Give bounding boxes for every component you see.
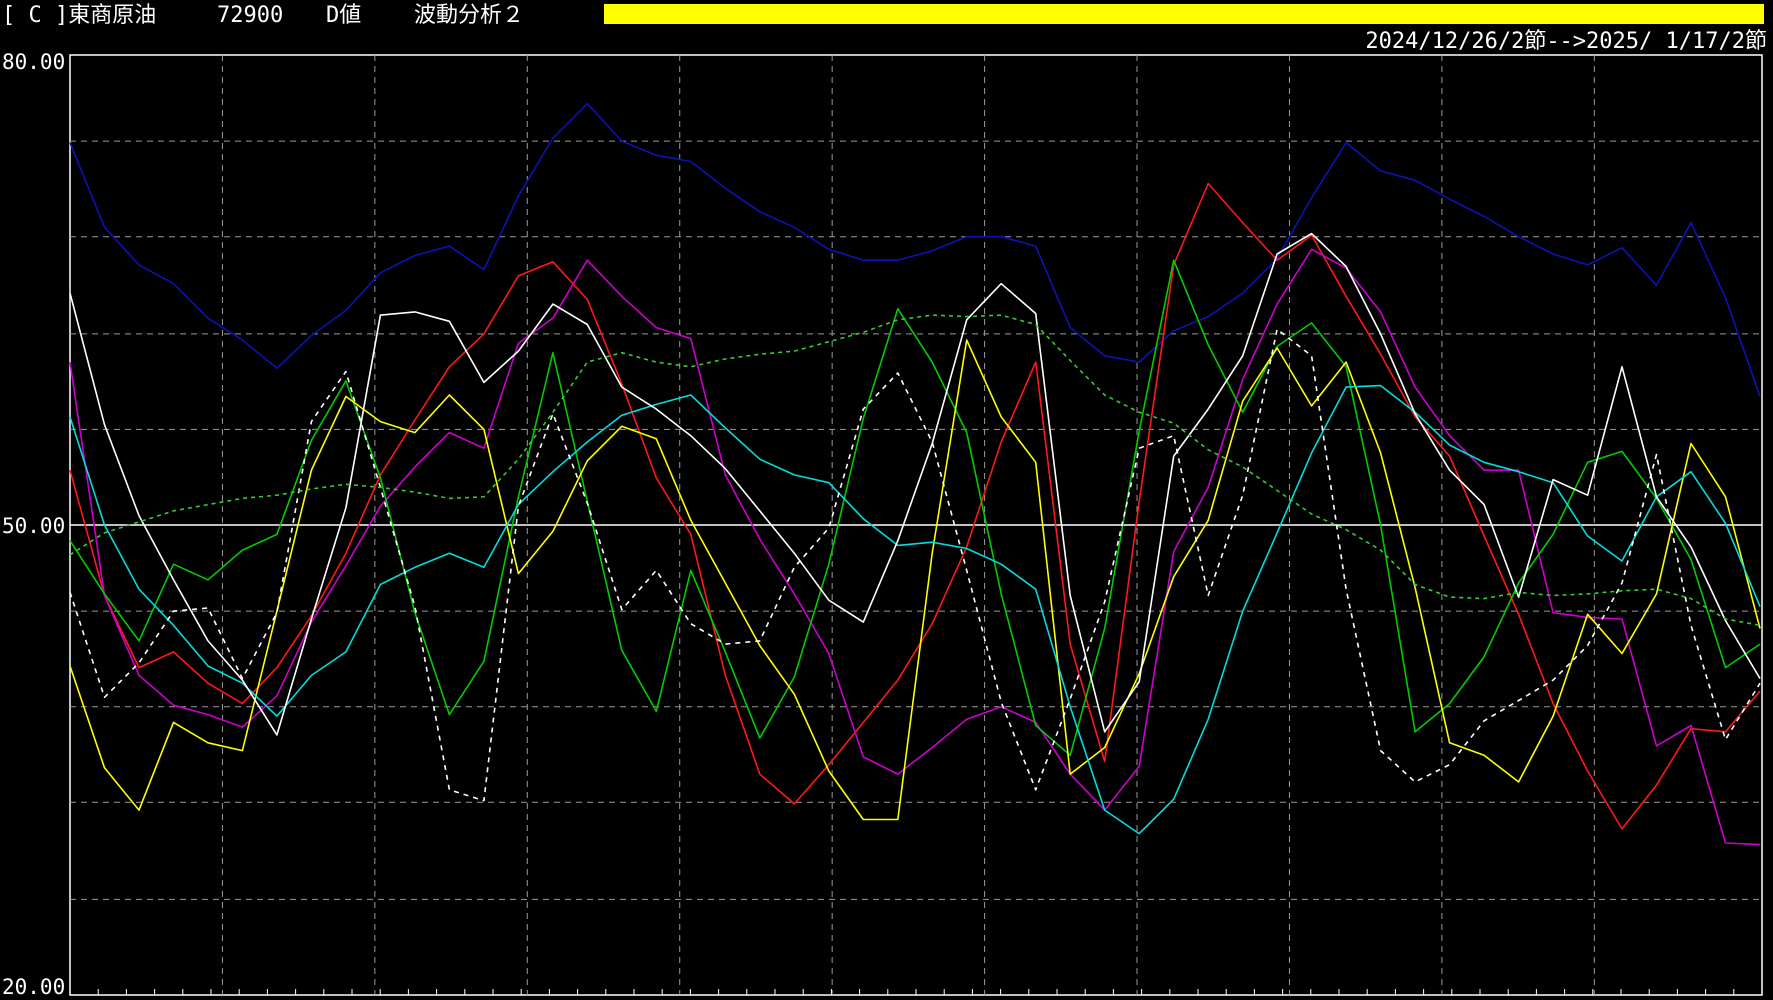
y-tick-label: 80.00 <box>2 50 65 74</box>
chart-grid <box>69 54 1763 996</box>
y-tick-label: 20.00 <box>2 975 65 999</box>
chart-series <box>69 102 1761 846</box>
series-line-3 <box>69 248 1761 846</box>
series-line-1 <box>69 102 1761 397</box>
y-tick-label: 50.00 <box>2 514 65 538</box>
chart-axis: 80.00 50.00 20.00 <box>2 50 65 999</box>
series-line-7 <box>69 232 1761 736</box>
wave-analysis-chart: 80.00 50.00 20.00 <box>2 50 1763 999</box>
series-line-2 <box>69 182 1761 830</box>
